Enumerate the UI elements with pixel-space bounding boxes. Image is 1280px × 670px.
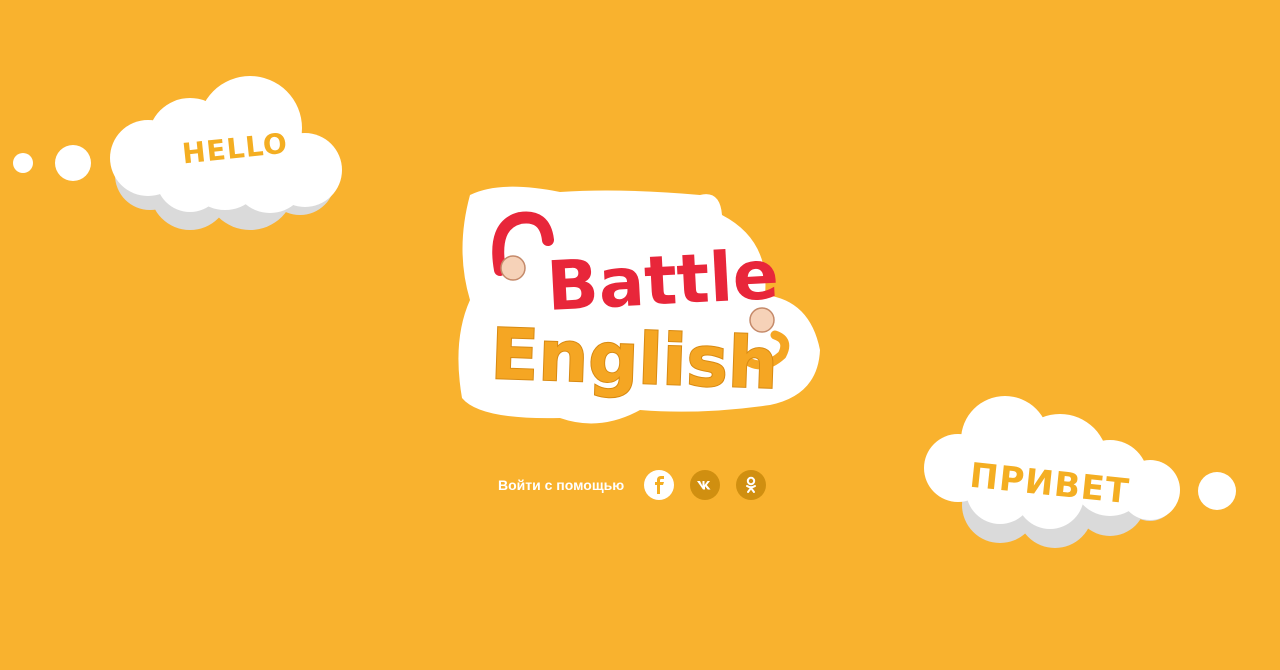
social-login-row: Войти с помощью (498, 470, 782, 500)
vk-icon (697, 481, 711, 490)
odnoklassniki-login-button[interactable] (736, 470, 767, 500)
hello-cloud: HELLO (13, 76, 342, 230)
login-label: Войти с помощью (498, 477, 625, 493)
facebook-login-button[interactable] (644, 470, 675, 500)
odnoklassniki-icon (746, 476, 757, 493)
vk-login-button[interactable] (690, 470, 721, 500)
logo-line-english: English (489, 313, 779, 405)
left-fist-icon (500, 255, 526, 281)
right-fist-icon (749, 307, 775, 333)
facebook-icon (655, 476, 665, 494)
privet-cloud-text: ПРИВЕТ (968, 456, 1131, 513)
logo-line-battle: Battle (545, 236, 781, 327)
